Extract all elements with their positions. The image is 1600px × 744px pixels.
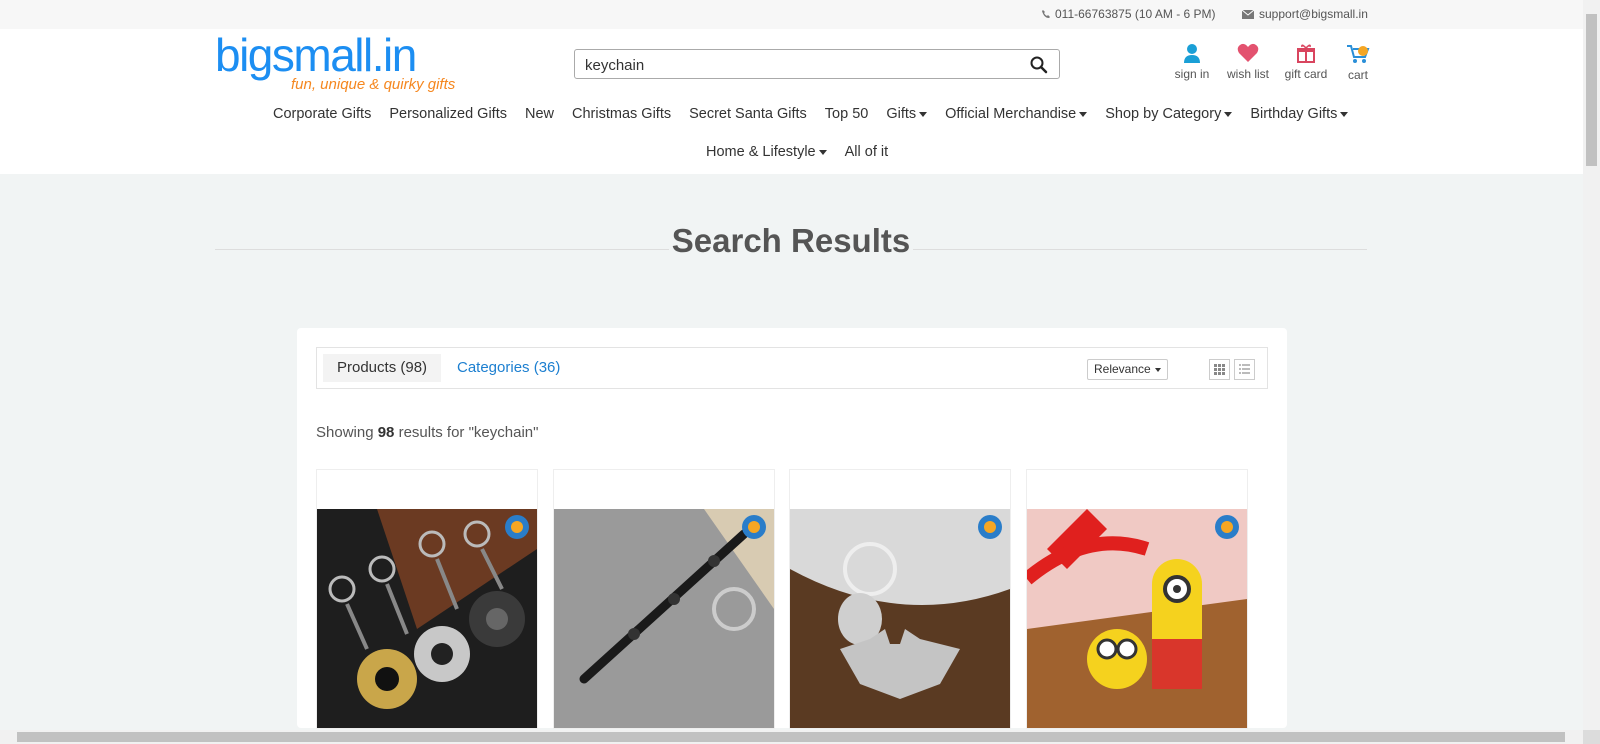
scrollbar-thumb[interactable] xyxy=(1586,14,1597,166)
grid-icon xyxy=(1214,364,1225,375)
nav-corporate-gifts[interactable]: Corporate Gifts xyxy=(273,106,371,122)
sign-in-link[interactable]: sign in xyxy=(1162,43,1222,81)
product-image-frying-pan-keychains[interactable] xyxy=(317,509,537,729)
nav-christmas-gifts[interactable]: Christmas Gifts xyxy=(572,106,671,122)
logo-tagline: fun, unique & quirky gifts xyxy=(291,76,456,93)
gift-card-label: gift card xyxy=(1284,67,1328,81)
nav-shop-by-category-dropdown[interactable]: Shop by Category xyxy=(1105,106,1233,122)
nav-new[interactable]: New xyxy=(525,106,554,122)
search-input[interactable] xyxy=(585,55,1005,75)
gift-icon xyxy=(1297,44,1315,63)
nav-official-merchandise-dropdown[interactable]: Official Merchandise xyxy=(945,106,1088,122)
caret-down-icon xyxy=(1079,111,1088,117)
heart-icon xyxy=(1237,43,1259,62)
wish-list-label: wish list xyxy=(1226,67,1269,81)
email-contact[interactable]: support@bigsmall.in xyxy=(1242,7,1368,21)
grid-view-button[interactable] xyxy=(1209,359,1230,380)
nav-all-of-it[interactable]: All of it xyxy=(845,144,889,160)
caret-down-icon xyxy=(818,149,827,155)
nav-birthday-gifts-dropdown[interactable]: Birthday Gifts xyxy=(1250,106,1349,122)
logo-brand: bigsmall.in xyxy=(215,29,417,81)
sort-dropdown[interactable]: Relevance xyxy=(1087,359,1168,380)
nav-secret-santa-gifts[interactable]: Secret Santa Gifts xyxy=(689,106,807,122)
envelope-icon xyxy=(1242,9,1254,19)
results-count: 98 xyxy=(377,424,395,441)
phone-number: 011-66763875 (10 AM - 6 PM) xyxy=(1055,7,1216,21)
user-icon xyxy=(1184,44,1200,63)
site-logo[interactable]: bigsmall.in fun, unique & quirky gifts xyxy=(215,29,456,95)
product-card[interactable] xyxy=(789,469,1011,729)
scrollbar-corner xyxy=(1583,730,1600,744)
gift-card-link[interactable]: gift card xyxy=(1276,43,1336,81)
title-divider-right xyxy=(913,249,1367,250)
email-address: support@bigsmall.in xyxy=(1259,7,1368,21)
nav-top-50[interactable]: Top 50 xyxy=(825,106,869,122)
cart-label: cart xyxy=(1347,68,1368,82)
nav-home-lifestyle-dropdown[interactable]: Home & Lifestyle xyxy=(706,144,827,160)
phone-icon xyxy=(1042,10,1050,18)
search-icon[interactable] xyxy=(1029,55,1049,75)
nav-row-2: Home & Lifestyle All of it xyxy=(697,144,897,160)
product-image-minion-keychain[interactable] xyxy=(1027,509,1247,729)
search-box xyxy=(574,49,1060,79)
results-count-text: Showing 98 results for "keychain" xyxy=(316,424,539,441)
list-view-button[interactable] xyxy=(1234,359,1255,380)
nav-row-1: Corporate Gifts Personalized Gifts New C… xyxy=(264,106,1357,122)
product-image-batman-keychain[interactable] xyxy=(790,509,1010,729)
product-card[interactable] xyxy=(1026,469,1248,729)
scrollbar-thumb[interactable] xyxy=(17,732,1565,742)
caret-down-icon xyxy=(1340,111,1349,117)
vertical-scrollbar[interactable] xyxy=(1583,0,1600,730)
top-bar: 011-66763875 (10 AM - 6 PM) support@bigs… xyxy=(0,0,1583,29)
tab-products[interactable]: Products (98) xyxy=(323,354,442,382)
caret-down-icon xyxy=(1154,367,1161,372)
product-card[interactable] xyxy=(316,469,538,729)
page-title-section: Search Results xyxy=(215,219,1367,263)
sign-in-label: sign in xyxy=(1174,67,1210,81)
horizontal-scrollbar[interactable] xyxy=(0,730,1583,744)
sort-label: Relevance xyxy=(1094,362,1151,376)
wish-list-link[interactable]: wish list xyxy=(1218,43,1278,81)
caret-down-icon xyxy=(1224,111,1233,117)
nav-personalized-gifts[interactable]: Personalized Gifts xyxy=(389,106,507,122)
nav-gifts-dropdown[interactable]: Gifts xyxy=(886,106,928,122)
list-icon xyxy=(1239,364,1250,374)
results-panel: Products (98) Categories (36) Relevance xyxy=(297,328,1287,729)
product-image-wand-keychain[interactable] xyxy=(554,509,774,729)
product-card[interactable] xyxy=(553,469,775,729)
site-header: bigsmall.in fun, unique & quirky gifts s… xyxy=(0,29,1583,174)
cart-link[interactable]: cart xyxy=(1328,43,1388,82)
cart-icon xyxy=(1347,45,1370,63)
page-title: Search Results xyxy=(671,222,911,259)
caret-down-icon xyxy=(919,111,928,117)
tab-categories[interactable]: Categories (36) xyxy=(443,354,574,382)
phone-contact[interactable]: 011-66763875 (10 AM - 6 PM) xyxy=(1041,7,1216,21)
results-tabs: Products (98) Categories (36) Relevance xyxy=(316,347,1268,389)
